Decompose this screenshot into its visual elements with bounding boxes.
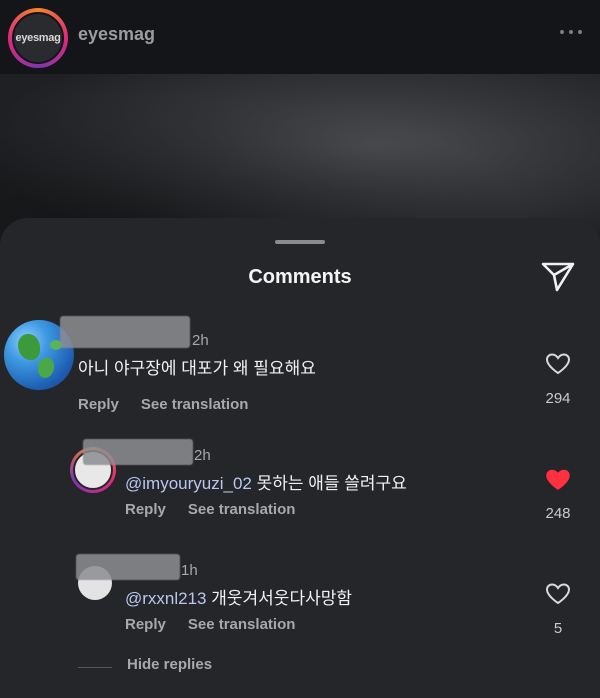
username-redacted[interactable]	[60, 316, 190, 348]
hide-replies-divider	[78, 667, 112, 668]
share-icon[interactable]	[540, 260, 576, 294]
mention-link[interactable]: @imyouryuzi_02	[125, 474, 252, 493]
heart-outline-icon[interactable]	[545, 582, 571, 606]
reply-button[interactable]: Reply	[125, 501, 166, 518]
comment-actions: Reply See translation	[78, 396, 270, 413]
see-translation-button[interactable]: See translation	[188, 501, 296, 518]
comment-text: 아니 야구장에 대포가 왜 필요해요	[78, 354, 316, 379]
mention-link[interactable]: @rxxnl213	[125, 589, 207, 608]
comment-time: 2h	[194, 447, 211, 464]
comment-actions: Reply See translation	[125, 501, 317, 518]
account-name[interactable]: eyesmag	[78, 24, 155, 45]
avatar-logo-text: eyesmag	[12, 12, 64, 64]
comments-sheet: Comments 2h 아니 야구장에 대포가 왜 필요해요 Reply See …	[0, 218, 600, 698]
like-count: 294	[545, 390, 571, 407]
more-options-icon[interactable]	[560, 30, 582, 34]
comment-time: 2h	[192, 332, 209, 349]
comment-body: 못하는 애들 쓸려구요	[251, 474, 407, 493]
like-count: 5	[553, 620, 563, 637]
heart-outline-icon[interactable]	[545, 352, 571, 376]
reply-button[interactable]: Reply	[78, 396, 119, 413]
see-translation-button[interactable]: See translation	[141, 396, 249, 413]
comment-text: @rxxnl213 개웃겨서웃다사망함	[125, 584, 352, 609]
drag-handle[interactable]	[275, 240, 325, 244]
account-avatar[interactable]: eyesmag	[8, 8, 68, 68]
like-count: 248	[545, 505, 571, 522]
see-translation-button[interactable]: See translation	[188, 616, 296, 633]
sheet-title: Comments	[248, 266, 352, 288]
comment-actions: Reply See translation	[125, 616, 317, 633]
comment-body: 아니 야구장에 대포가 왜 필요해요	[78, 359, 316, 378]
hide-replies-button[interactable]: Hide replies	[127, 656, 212, 673]
username-redacted[interactable]	[76, 554, 180, 580]
comment-text: @imyouryuzi_02 못하는 애들 쓸려구요	[125, 469, 407, 494]
comment-body: 개웃겨서웃다사망함	[206, 589, 352, 608]
username-redacted[interactable]	[83, 439, 193, 465]
post-header: eyesmag eyesmag	[0, 0, 600, 74]
reply-button[interactable]: Reply	[125, 616, 166, 633]
comment-time: 1h	[181, 562, 198, 579]
heart-filled-icon[interactable]	[545, 468, 571, 492]
